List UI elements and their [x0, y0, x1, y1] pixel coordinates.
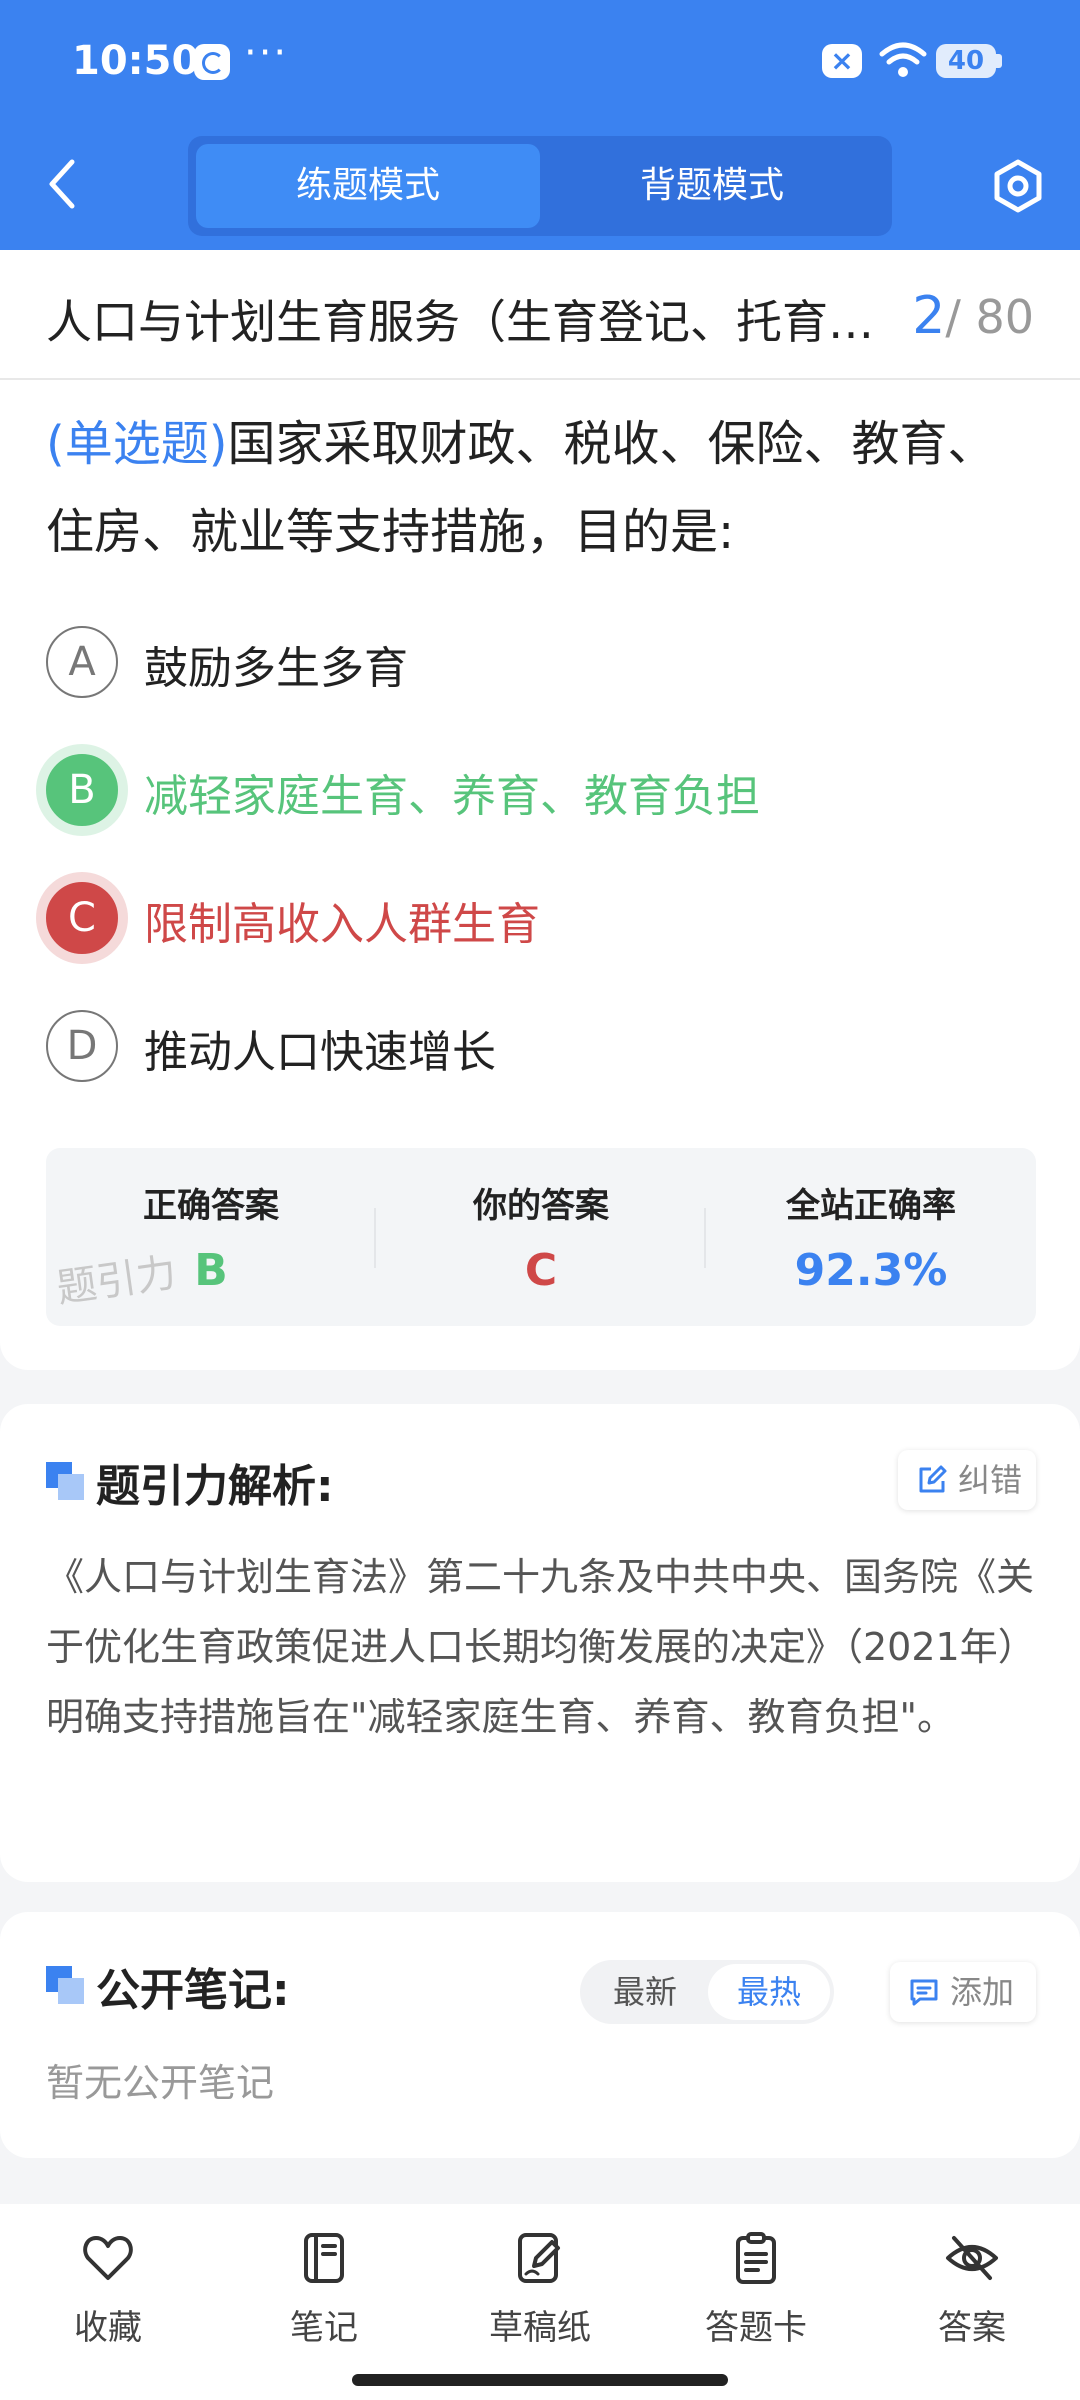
option-b[interactable]: B 减轻家庭生育、养育、教育负担: [46, 750, 1036, 830]
topic-title: 人口与计划生育服务（生育登记、托育服务、生育支持）: [46, 295, 916, 349]
nav-label: 答题卡: [705, 2308, 807, 2348]
option-text: 鼓励多生多育: [144, 643, 408, 694]
battery-cap: [996, 54, 1002, 68]
total-questions: / 80: [945, 290, 1034, 344]
divider: [0, 378, 1080, 380]
app-header: 10:50 ··· × 40 练题模式 背题模式: [0, 0, 1080, 250]
nav-answer[interactable]: 答案: [864, 2230, 1080, 2370]
nav-answer-card[interactable]: 答题卡: [648, 2230, 864, 2370]
nav-notes[interactable]: 笔记: [216, 2230, 432, 2370]
question-type: (单选题): [46, 416, 228, 472]
status-time: 10:50: [72, 38, 200, 84]
notes-title: 公开笔记:: [96, 1965, 290, 2016]
practice-mode-tab[interactable]: 练题模式: [196, 144, 540, 228]
comment-icon: [910, 1979, 938, 2006]
memorize-mode-tab[interactable]: 背题模式: [540, 144, 884, 228]
heart-icon: [83, 2236, 133, 2280]
answer-stats: 正确答案 B 你的答案 C 全站正确率 92.3% 题引力: [46, 1148, 1036, 1326]
notes-card: 公开笔记: 最新 最热 添加 暂无公开笔记: [0, 1912, 1080, 2158]
nav-label: 草稿纸: [489, 2308, 591, 2348]
analysis-title: 题引力解析:: [96, 1461, 334, 1512]
question-text: (单选题)国家采取财政、税收、保险、教育、住房、就业等支持措施，目的是:: [46, 400, 1036, 576]
option-letter: C: [46, 882, 118, 954]
stat-label: 正确答案: [143, 1186, 279, 1226]
stat-your-answer: 你的答案 C: [376, 1178, 706, 1296]
option-c[interactable]: C 限制高收入人群生育: [46, 878, 1036, 958]
notebook-icon: [304, 2233, 344, 2283]
stat-label: 你的答案: [473, 1186, 609, 1226]
nav-label: 笔记: [290, 2308, 358, 2348]
app-notification-icon: [194, 44, 230, 80]
bottom-nav: 收藏 笔记 草稿纸 答题卡 答案: [0, 2204, 1080, 2400]
answer-card-icon: [736, 2232, 776, 2284]
no-sim-icon: ×: [822, 44, 862, 78]
section-icon: [46, 1462, 86, 1502]
current-question-number: 2: [912, 286, 946, 346]
nav-draft[interactable]: 草稿纸: [432, 2230, 648, 2370]
nav-favorite[interactable]: 收藏: [0, 2230, 216, 2370]
option-letter: D: [46, 1010, 118, 1082]
report-error-label: 纠错: [958, 1461, 1023, 1499]
section-icon: [46, 1966, 86, 2006]
option-text: 限制高收入人群生育: [144, 899, 540, 950]
add-note-button[interactable]: 添加: [890, 1962, 1036, 2022]
report-error-button[interactable]: 纠错: [898, 1450, 1036, 1510]
settings-icon[interactable]: [990, 158, 1046, 214]
wifi-icon: [879, 42, 927, 77]
stat-value: C: [524, 1245, 558, 1296]
sort-hot-tab[interactable]: 最热: [708, 1964, 830, 2020]
stat-correct-rate: 全站正确率 92.3%: [706, 1178, 1036, 1296]
analysis-card: 题引力解析: 纠错 《人口与计划生育法》第二十九条及中共中央、国务院《关于优化生…: [0, 1404, 1080, 1882]
battery-icon: 40: [936, 44, 996, 78]
option-d[interactable]: D 推动人口快速增长: [46, 1006, 1036, 1086]
notes-empty-text: 暂无公开笔记: [46, 2061, 275, 2105]
analysis-text: 《人口与计划生育法》第二十九条及中共中央、国务院《关于优化生育政策促进人口长期均…: [46, 1555, 1036, 1739]
back-arrow-icon[interactable]: [40, 154, 88, 214]
edit-icon: [919, 1465, 947, 1493]
nav-label: 收藏: [74, 2308, 142, 2348]
stat-value: 92.3%: [794, 1245, 948, 1296]
stat-label: 全站正确率: [786, 1186, 956, 1226]
draft-icon: [518, 2233, 560, 2283]
option-letter: B: [46, 754, 118, 826]
more-notifications-icon: ···: [244, 30, 289, 76]
option-text: 推动人口快速增长: [144, 1027, 496, 1078]
option-a[interactable]: A 鼓励多生多育: [46, 622, 1036, 702]
status-bar: 10:50 ··· × 40: [0, 30, 1080, 92]
option-letter: A: [46, 626, 118, 698]
option-text: 减轻家庭生育、养育、教育负担: [144, 771, 760, 822]
question-counter: 2/ 80: [912, 286, 1034, 346]
add-note-label: 添加: [950, 1973, 1015, 2011]
notes-sort-toggle: 最新 最热: [580, 1960, 834, 2024]
question-card: 人口与计划生育服务（生育登记、托育服务、生育支持） 2/ 80 (单选题)国家采…: [0, 250, 1080, 1370]
home-indicator[interactable]: [352, 2374, 728, 2386]
mode-toggle: 练题模式 背题模式: [188, 136, 892, 236]
sort-latest-tab[interactable]: 最新: [584, 1964, 706, 2020]
nav-label: 答案: [938, 2308, 1006, 2348]
eye-off-icon: [946, 2236, 998, 2280]
